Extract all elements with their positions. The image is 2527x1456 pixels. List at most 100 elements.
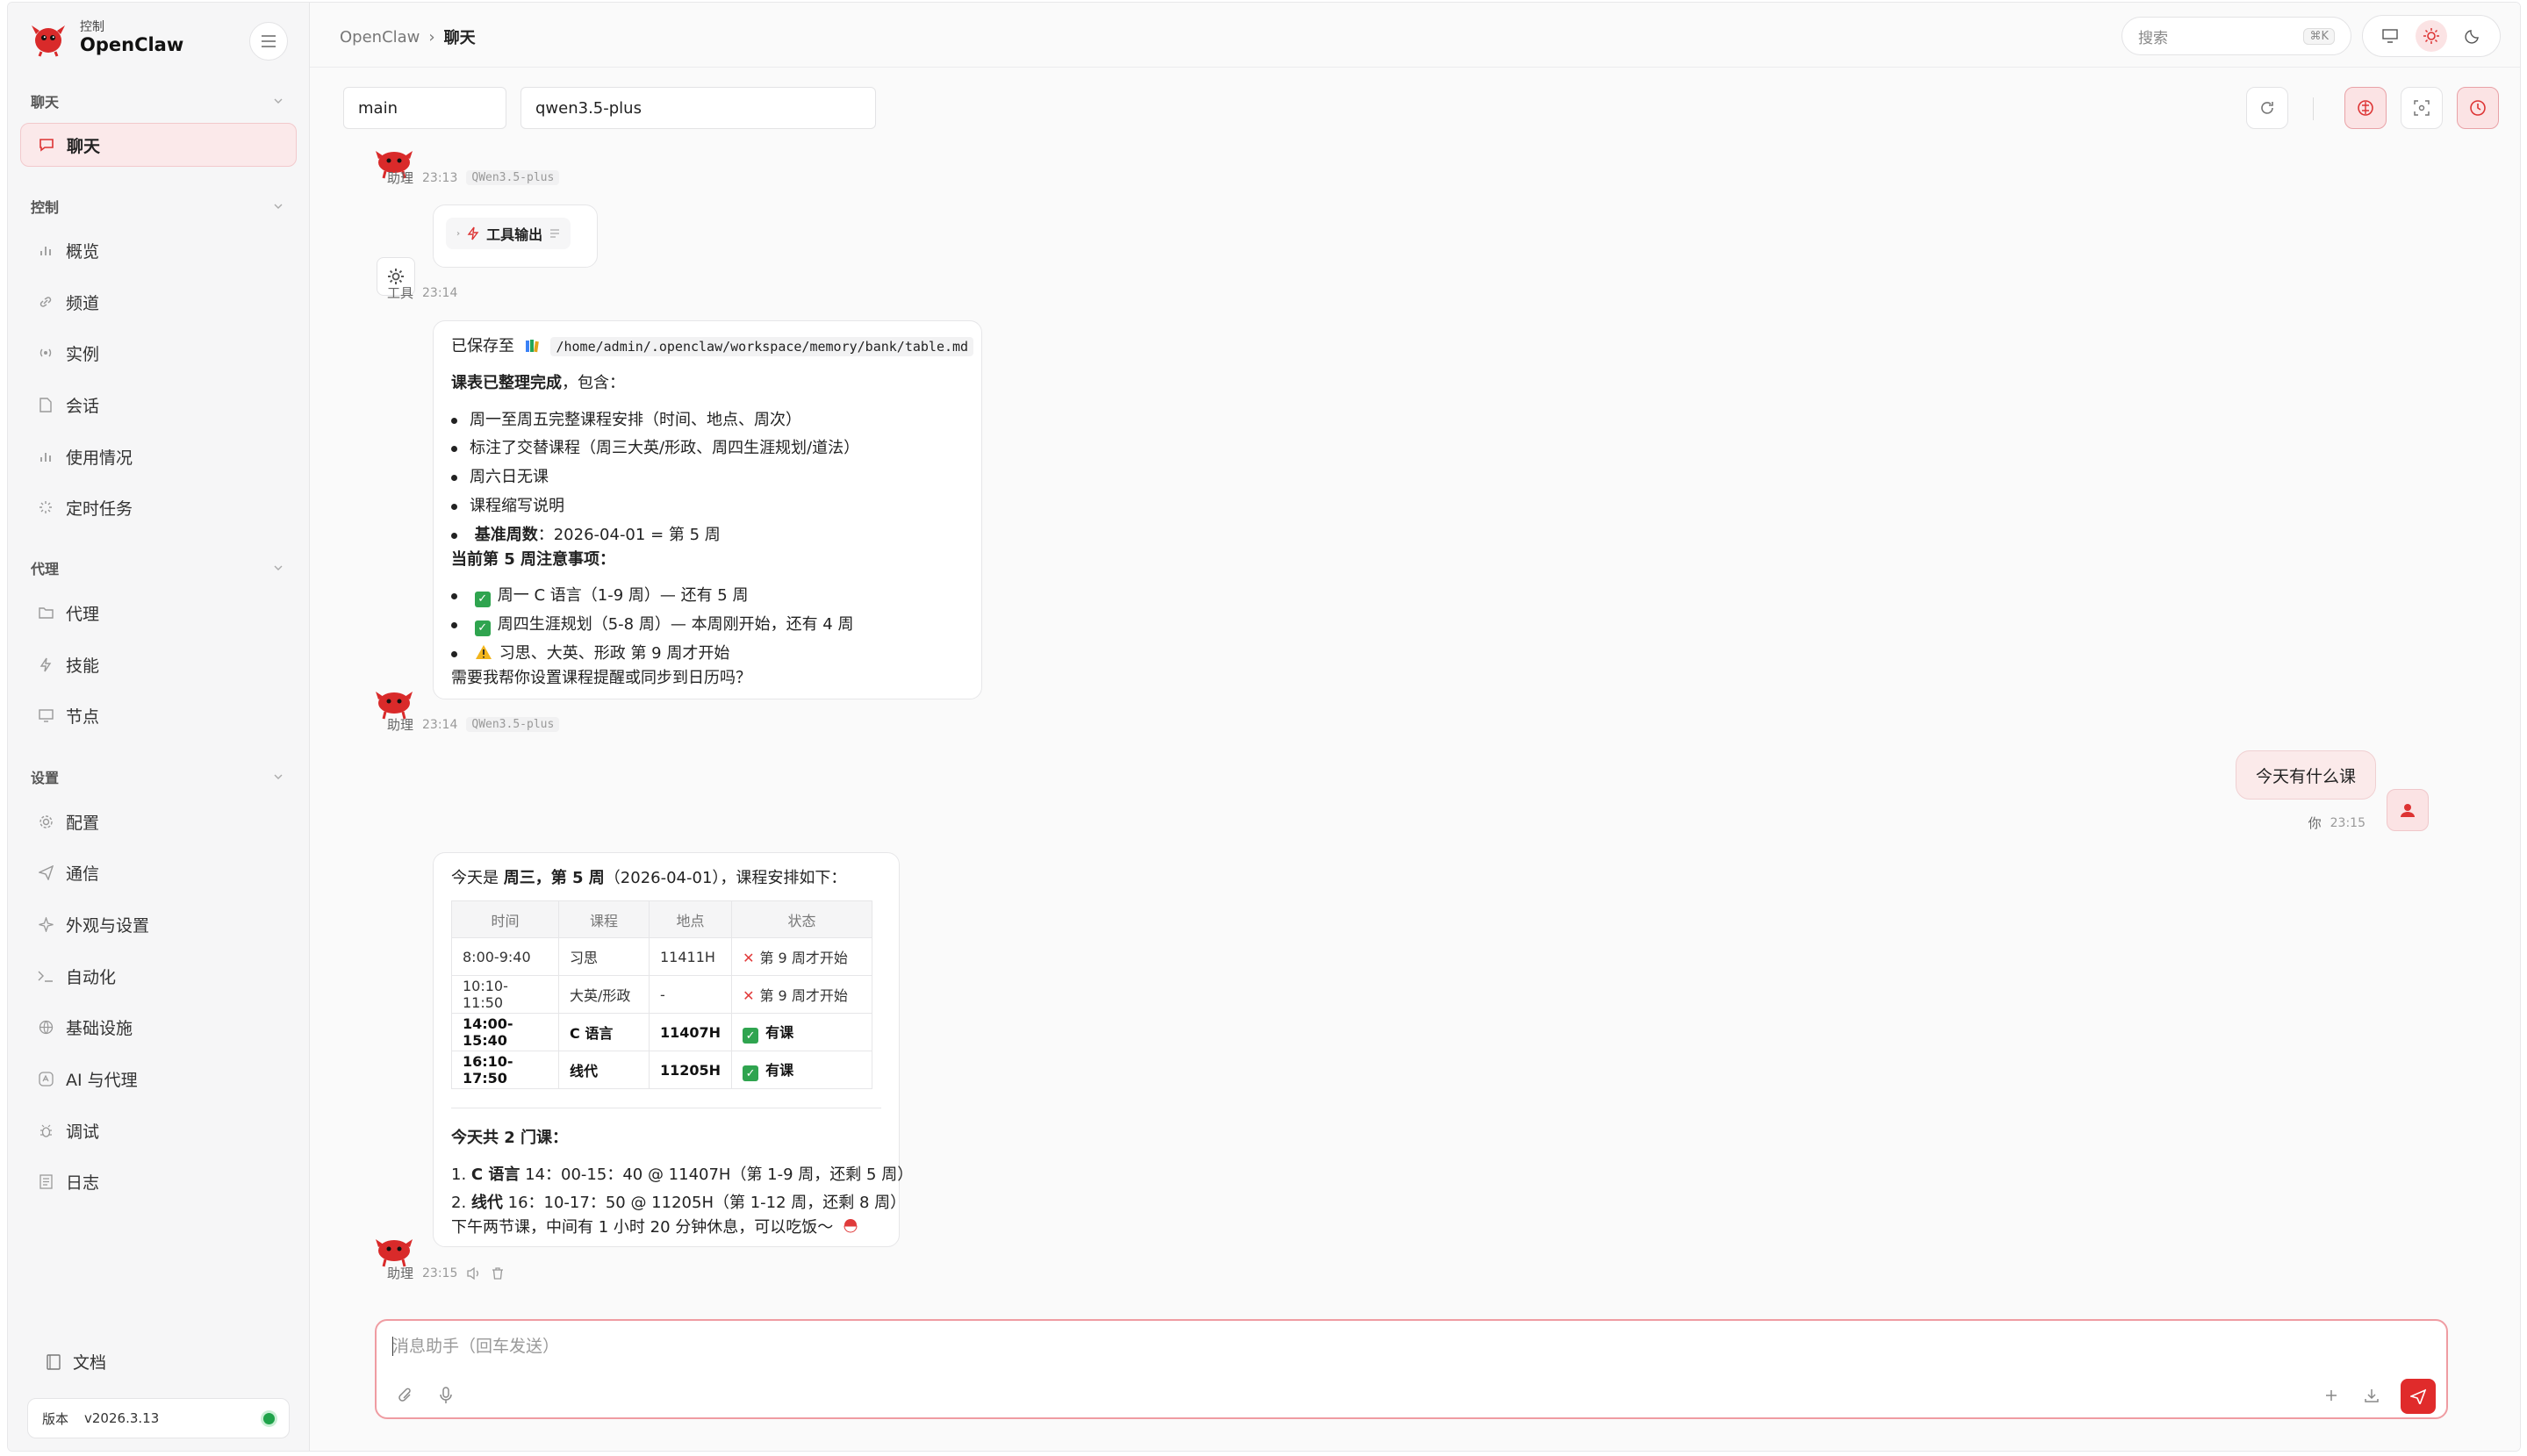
docs-link[interactable]: 文档 bbox=[47, 1350, 106, 1374]
chevron-right-icon: › bbox=[456, 228, 461, 239]
monitor-icon bbox=[2382, 29, 2399, 43]
sidebar-item-logs[interactable]: 日志 bbox=[31, 1159, 290, 1203]
chevron-down-icon bbox=[274, 98, 283, 104]
bolt-icon bbox=[467, 226, 479, 240]
new-chat-button[interactable] bbox=[2322, 1386, 2341, 1405]
sidebar-item-cron[interactable]: 定时任务 bbox=[31, 485, 290, 529]
x-mark-icon: ✕ bbox=[743, 950, 755, 966]
sidebar-item-usage[interactable]: 使用情况 bbox=[31, 434, 290, 478]
tool-output-chip[interactable]: › 工具输出 bbox=[446, 218, 571, 249]
sidebar-item-overview[interactable]: 概览 bbox=[31, 228, 290, 272]
sidebar-item-label: 配置 bbox=[66, 813, 100, 833]
nav-group-chat[interactable]: 聊天 bbox=[31, 90, 283, 111]
x-mark-icon: ✕ bbox=[743, 987, 755, 1004]
message-role: 工具 bbox=[387, 285, 414, 301]
breadcrumb-root[interactable]: OpenClaw bbox=[340, 28, 420, 47]
table-cell: 11411H bbox=[648, 937, 733, 976]
sidebar-item-label: 会话 bbox=[66, 396, 100, 416]
nav-group-title: 代理 bbox=[31, 561, 60, 577]
sidebar-item-label: 实例 bbox=[66, 344, 100, 364]
sidebar-item-automation[interactable]: 自动化 bbox=[31, 954, 290, 998]
sidebar-item-label: 调试 bbox=[66, 1122, 100, 1142]
message-input[interactable] bbox=[392, 1337, 2256, 1356]
check-icon: ✓ bbox=[474, 620, 491, 636]
message-role: 助理 bbox=[387, 1266, 414, 1281]
refresh-button[interactable] bbox=[2246, 87, 2288, 129]
sidebar-item-nodes[interactable]: 节点 bbox=[31, 693, 290, 737]
nav-group-agents[interactable]: 代理 bbox=[31, 557, 283, 578]
column-header: 地点 bbox=[648, 900, 733, 938]
list-item: 课程缩写说明 bbox=[451, 493, 564, 516]
table-cell: ✓ 有课 bbox=[731, 1051, 873, 1089]
cron-button[interactable] bbox=[2457, 87, 2499, 129]
paperclip-icon bbox=[398, 1388, 411, 1402]
send-icon bbox=[2410, 1388, 2426, 1404]
list-item: 习思、大英、形政 第 9 周才开始 bbox=[451, 641, 729, 663]
docs-label: 文档 bbox=[73, 1353, 107, 1373]
theme-dark-button[interactable] bbox=[2457, 20, 2488, 52]
sidebar-item-debug[interactable]: 调试 bbox=[31, 1108, 290, 1152]
message-role: 助理 bbox=[387, 170, 414, 186]
focus-mode-button[interactable] bbox=[2401, 87, 2443, 129]
search-placeholder: 搜索 bbox=[2138, 29, 2168, 47]
sidebar-item-instances[interactable]: 实例 bbox=[31, 331, 290, 375]
session-select[interactable]: main bbox=[343, 87, 506, 129]
table-cell: - bbox=[648, 975, 733, 1014]
list-item: 基准周数：2026-04-01 = 第 5 周 bbox=[451, 522, 721, 545]
search-input[interactable]: 搜索 ⌘K bbox=[2121, 17, 2351, 55]
sidebar-item-sessions[interactable]: 会话 bbox=[31, 383, 290, 427]
sidebar-item-channels[interactable]: 频道 bbox=[31, 280, 290, 324]
sidebar-item-appearance[interactable]: 外观与设置 bbox=[31, 902, 290, 946]
theme-switcher bbox=[2362, 15, 2501, 57]
sidebar-item-skills[interactable]: 技能 bbox=[31, 642, 290, 686]
export-button[interactable] bbox=[2362, 1386, 2381, 1405]
message-bubble: › 工具输出 bbox=[433, 204, 598, 268]
column-header: 时间 bbox=[451, 900, 559, 938]
message-bubble: 已保存至 /home/admin/.openclaw/workspace/mem… bbox=[433, 320, 982, 699]
user-avatar bbox=[2387, 789, 2429, 831]
message-time: 23:14 bbox=[422, 717, 458, 732]
saved-prefix: 已保存至 bbox=[451, 337, 514, 355]
check-icon: ✓ bbox=[474, 591, 491, 607]
sidebar-item-infra[interactable]: 基础设施 bbox=[31, 1005, 290, 1049]
text-caret bbox=[392, 1337, 393, 1356]
bug-icon bbox=[38, 1122, 54, 1138]
session-select-value: main bbox=[358, 98, 398, 118]
sidebar-item-comms[interactable]: 通信 bbox=[31, 850, 290, 894]
brand[interactable]: 控制 OpenClaw bbox=[29, 18, 183, 57]
sun-icon bbox=[2423, 28, 2439, 44]
intro-post: （2026-04-01），课程安排如下： bbox=[604, 869, 847, 887]
message-time: 23:13 bbox=[422, 170, 458, 185]
nav-group-settings[interactable]: 设置 bbox=[31, 766, 283, 787]
check-icon: ✓ bbox=[743, 1028, 759, 1044]
intro-bold: 周三，第 5 周 bbox=[503, 869, 605, 887]
trash-icon[interactable] bbox=[491, 1266, 505, 1280]
send-button[interactable] bbox=[2401, 1379, 2436, 1414]
message-meta: 助理 23:15 bbox=[387, 1264, 505, 1282]
attach-button[interactable] bbox=[396, 1386, 415, 1405]
theme-light-button[interactable] bbox=[2415, 20, 2447, 52]
theme-system-button[interactable] bbox=[2374, 20, 2406, 52]
question-line: 需要我帮你设置课程提醒或同步到日历吗？ bbox=[451, 669, 751, 687]
sidebar-toggle-button[interactable] bbox=[249, 22, 288, 61]
sidebar-item-ai-agents[interactable]: AI 与代理 bbox=[31, 1057, 290, 1101]
top-bar: OpenClaw › 聊天 搜索 ⌘K bbox=[310, 3, 2520, 68]
sidebar-item-label: 节点 bbox=[66, 706, 100, 727]
saved-line: 已保存至 /home/admin/.openclaw/workspace/mem… bbox=[451, 334, 974, 357]
table-row: 14:00-15:40 C 语言 11407H ✓ 有课 bbox=[451, 1013, 873, 1051]
sidebar-item-config[interactable]: 配置 bbox=[31, 800, 290, 843]
thinking-toggle-button[interactable] bbox=[2344, 87, 2387, 129]
closing-text: 下午两节课，中间有 1 小时 20 分钟休息，可以吃饭～ bbox=[451, 1218, 834, 1237]
nav-group-control[interactable]: 控制 bbox=[31, 196, 283, 217]
status-text: 有课 bbox=[765, 1023, 794, 1041]
message-time: 23:15 bbox=[2330, 815, 2365, 830]
list-item: 1. C 语言 14：00-15：40 @ 11407H（第 1-9 周，还剩 … bbox=[451, 1162, 913, 1185]
sidebar-item-chat[interactable]: 聊天 bbox=[20, 123, 297, 167]
message-composer bbox=[375, 1319, 2448, 1419]
table-cell: 11205H bbox=[648, 1051, 733, 1089]
sidebar-item-agents[interactable]: 代理 bbox=[31, 591, 290, 635]
model-select[interactable]: qwen3.5-plus bbox=[520, 87, 876, 129]
voice-button[interactable] bbox=[436, 1386, 456, 1405]
speaker-icon[interactable] bbox=[466, 1266, 482, 1280]
version-value: v2026.3.13 bbox=[84, 1410, 160, 1426]
